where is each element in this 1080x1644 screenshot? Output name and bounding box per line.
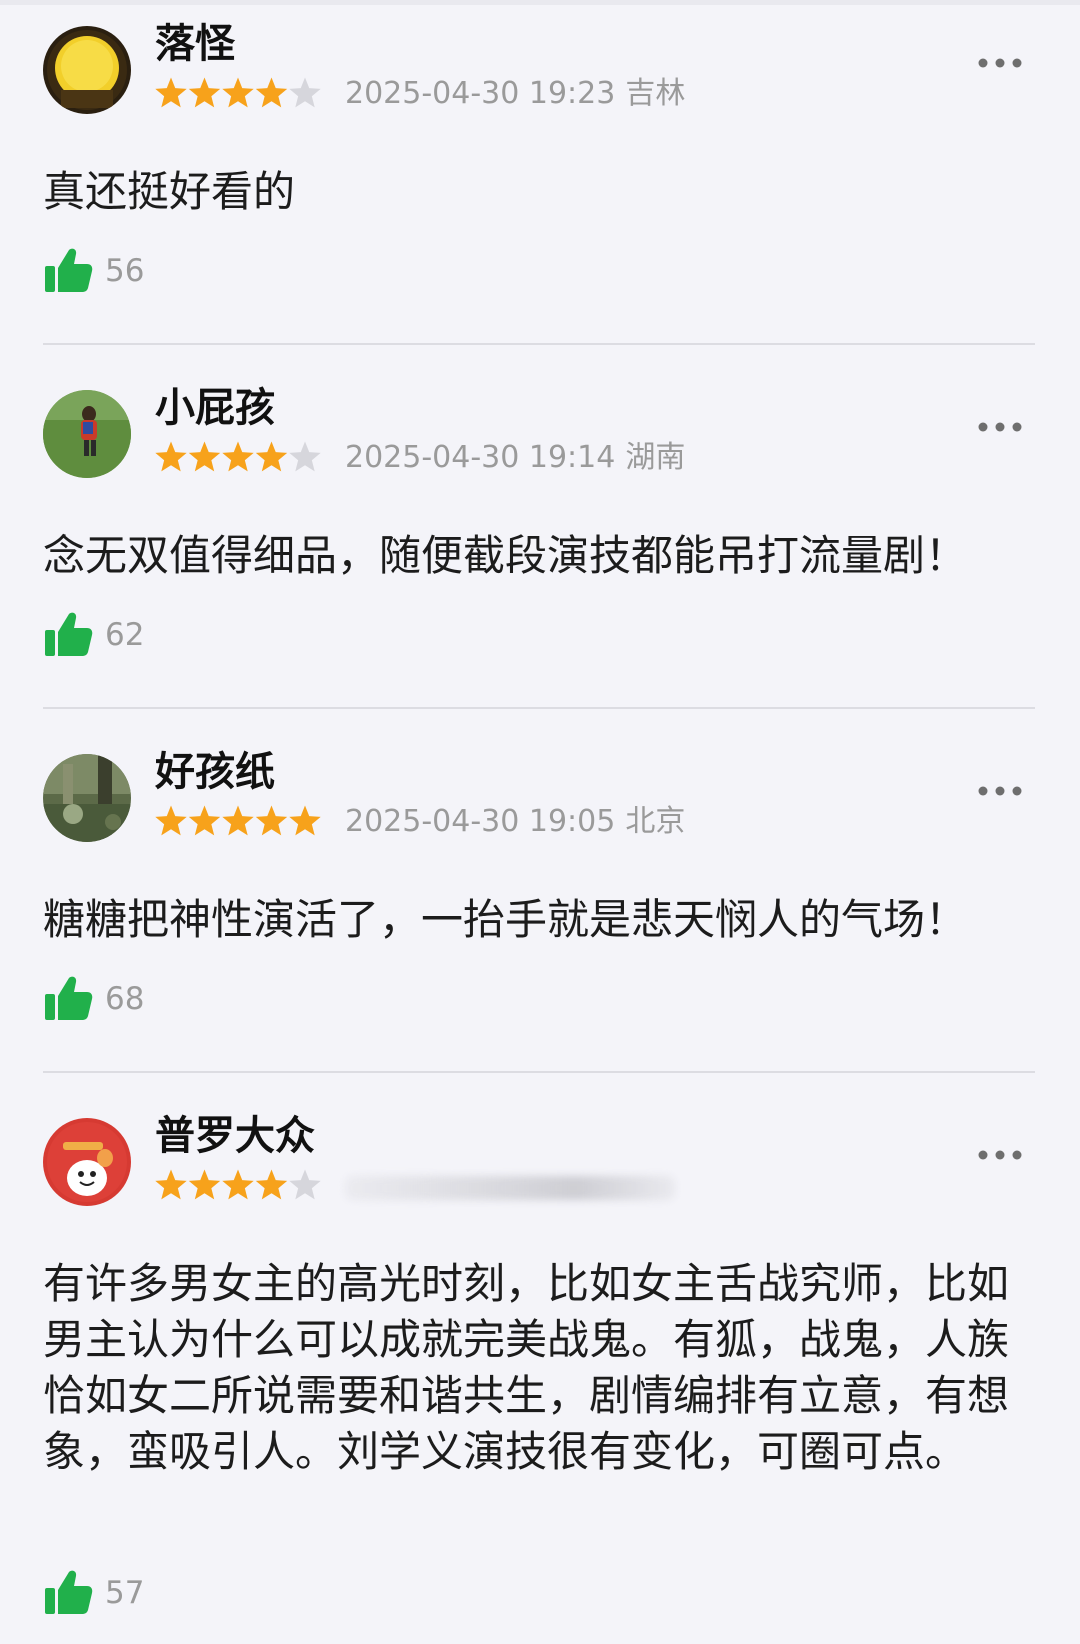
star-filled-icon [255,805,288,836]
star-filled-icon [255,1169,288,1200]
more-options-icon[interactable] [978,420,1022,434]
comment-date: 2025-04-30 19:05 [345,804,616,839]
comment-location: 吉林 [625,76,686,111]
comment-meta: 2025-04-30 19:05 北京 [345,802,685,842]
star-filled-icon [188,441,221,472]
like-count: 68 [105,981,145,1017]
thumbs-up-icon [45,1570,93,1614]
username[interactable]: 落怪 [155,20,235,68]
star-filled-icon [255,441,288,472]
star-filled-icon [188,805,221,836]
comment-date: 2025-04-30 19:23 [345,76,616,111]
comment-meta: 2025-04-30 19:23 吉林 [345,74,685,114]
star-filled-icon [222,441,254,472]
star-filled-icon [255,77,288,108]
thumbs-up-icon [45,248,93,292]
comment-text: 糖糖把神性演活了，一抬手就是悲天悯人的气场！ [43,895,968,944]
username[interactable]: 小屁孩 [155,384,275,432]
user-avatar[interactable] [43,26,131,114]
star-filled-icon [155,805,187,836]
thumbs-up-icon [45,612,93,656]
star-empty-icon [289,441,321,472]
comment-text: 念无双值得细品，随便截段演技都能吊打流量剧！ [43,531,968,580]
comment-date: 2025-04-30 19:14 [345,440,616,475]
like-count: 57 [105,1575,145,1611]
star-empty-icon [289,77,321,108]
star-filled-icon [222,1169,254,1200]
more-options-icon[interactable] [978,1148,1022,1162]
star-filled-icon [289,805,321,836]
blurred-meta [345,1176,675,1200]
comment-meta: 2025-04-30 19:14 湖南 [345,438,685,478]
user-avatar[interactable] [43,754,131,842]
star-filled-icon [155,77,187,108]
user-avatar[interactable] [43,1118,131,1206]
star-filled-icon [222,77,254,108]
comment-text: 真还挺好看的 [43,167,296,216]
thumbs-up-icon [45,976,93,1020]
username[interactable]: 好孩纸 [155,748,275,796]
comment-location: 北京 [625,804,686,839]
divider [43,707,1035,709]
rating-stars [155,76,330,112]
comment-location: 湖南 [625,440,686,475]
rating-stars [155,1168,330,1204]
more-options-icon[interactable] [978,784,1022,798]
rating-stars [155,804,330,840]
like-count: 56 [105,253,145,289]
star-empty-icon [289,1169,321,1200]
more-options-icon[interactable] [978,56,1022,70]
star-filled-icon [155,1169,187,1200]
user-avatar[interactable] [43,390,131,478]
star-filled-icon [188,77,221,108]
divider [43,343,1035,345]
star-filled-icon [155,441,187,472]
star-filled-icon [222,805,254,836]
username[interactable]: 普罗大众 [155,1112,315,1160]
divider [43,1071,1035,1073]
like-count: 62 [105,617,145,653]
star-filled-icon [188,1169,221,1200]
rating-stars [155,440,330,476]
comment-text: 有许多男女主的高光时刻，比如女主舌战究师，比如男主认为什么可以成就完美战鬼。有狐… [43,1259,1010,1476]
top-edge [0,0,1080,5]
